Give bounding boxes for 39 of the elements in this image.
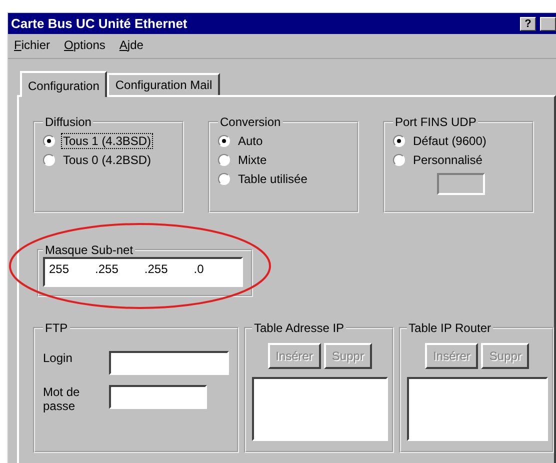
octet-text: .255 [95,262,118,278]
radio-button[interactable] [393,154,405,166]
octet-text: .0 [194,262,204,278]
menu-item[interactable]: Ajde [119,38,144,54]
option-label: Table utilisée [237,170,308,186]
tab[interactable]: Configuration Mail [107,73,220,95]
group-label: FTP [44,321,69,335]
option-label: Auto [237,132,264,148]
radio-button[interactable] [393,134,405,146]
octet-text: .255 [144,262,168,278]
option-label: Tous 0 (4.2BSD) [62,152,152,168]
field-label: Login [43,351,74,365]
help-button[interactable]: ? [520,16,536,30]
option-label: Personnalisé [412,152,484,168]
input-field[interactable] [109,351,229,375]
group-label: Table Adresse IP [253,321,346,335]
group-label: Masque Sub-net [44,243,134,257]
group-label: Conversion [219,115,282,129]
ip-address-field[interactable]: 255 .255 .255 .0 [43,257,243,287]
radio-button[interactable] [218,134,230,146]
list-box[interactable] [406,377,548,441]
octet-text: 255 [49,262,70,278]
radio-button[interactable] [218,154,230,166]
list-box[interactable] [252,377,388,441]
group-label: Port FINS UDP [394,115,478,129]
menu-item[interactable]: Options [64,38,106,54]
input-field[interactable] [109,385,207,409]
option-label: Défaut (9600) [412,132,488,148]
group-label: Table IP Router [408,321,492,335]
radio-button[interactable] [43,134,55,146]
group-label: Diffusion [44,115,92,129]
option-label: Mixte [237,152,268,168]
window-title: Carte Bus UC Unité Ethernet [11,16,188,31]
tab[interactable]: Configuration [20,71,108,97]
radio-button[interactable] [43,154,55,166]
option-label: Tous 1 (4.3BSD) [61,132,154,148]
field-label: Mot de passe [43,385,81,413]
menu-item[interactable]: Fichier [14,38,50,54]
radio-button[interactable] [218,172,230,184]
